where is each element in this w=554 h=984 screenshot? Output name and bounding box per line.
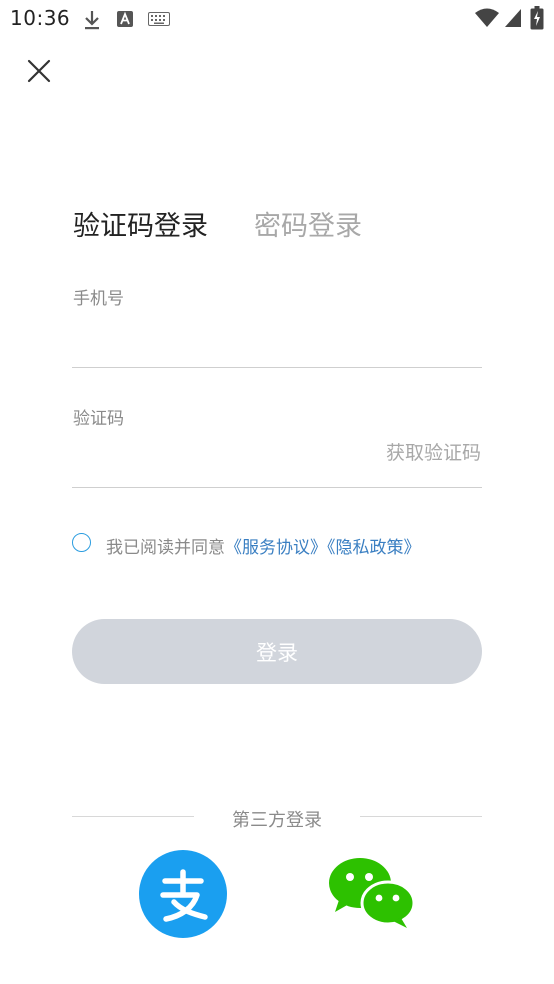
- phone-divider: [72, 367, 482, 368]
- status-time: 10:36: [10, 6, 71, 30]
- wechat-icon: [329, 858, 416, 928]
- code-label: 验证码: [73, 409, 124, 429]
- close-button[interactable]: [22, 54, 56, 88]
- tab-password-login[interactable]: 密码登录: [254, 204, 362, 243]
- privacy-policy-link[interactable]: 《隐私政策》: [327, 538, 421, 558]
- agreement-prefix: 我已阅读并同意: [106, 538, 225, 558]
- battery-charging-icon: [530, 6, 544, 30]
- signal-icon: [505, 9, 521, 27]
- phone-label: 手机号: [73, 289, 124, 309]
- alipay-login-button[interactable]: [139, 850, 227, 942]
- code-input[interactable]: [72, 440, 362, 480]
- wechat-login-button[interactable]: [327, 856, 417, 934]
- phone-input[interactable]: [72, 322, 482, 362]
- status-bar: 10:36: [0, 0, 554, 38]
- tab-sms-code-login[interactable]: 验证码登录: [73, 204, 208, 243]
- agreement-text: 我已阅读并同意《服务协议》《隐私政策》: [106, 533, 421, 558]
- alipay-icon: [139, 850, 227, 938]
- download-icon: [85, 11, 99, 30]
- agreement-checkbox[interactable]: [72, 533, 91, 552]
- keyboard-icon: [148, 12, 170, 26]
- wifi-icon: [475, 8, 499, 27]
- third-party-title: 第三方登录: [232, 810, 322, 831]
- code-divider: [72, 487, 482, 488]
- login-button[interactable]: 登录: [72, 619, 482, 684]
- service-agreement-link[interactable]: 《服务协议》: [225, 538, 327, 558]
- text-a-icon: [117, 11, 133, 27]
- get-code-button[interactable]: 获取验证码: [386, 438, 481, 465]
- close-icon: [27, 59, 51, 83]
- third-party-divider-right: [360, 816, 482, 817]
